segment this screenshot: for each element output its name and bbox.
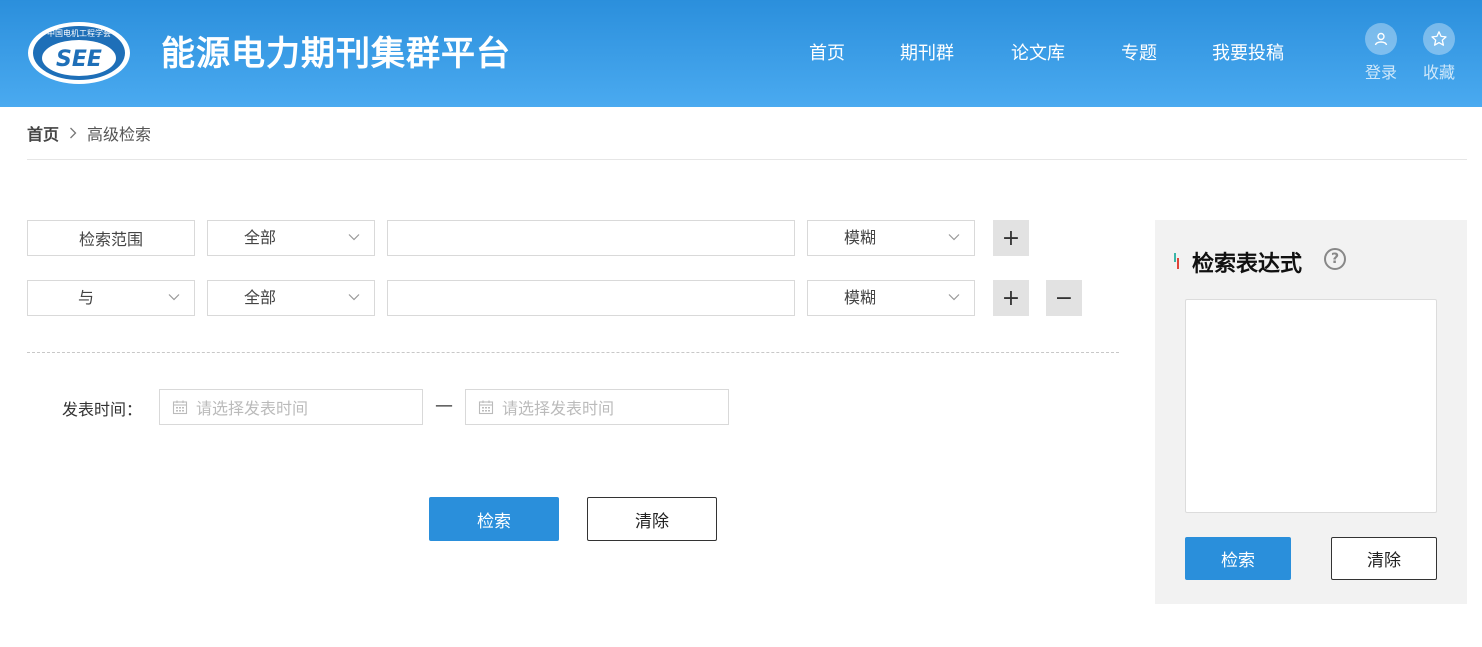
chevron-down-icon	[348, 294, 360, 301]
time-separator: —	[435, 395, 453, 416]
nav-papers[interactable]: 论文库	[1011, 40, 1065, 68]
row2-keyword-input[interactable]	[388, 281, 794, 315]
expression-search-button[interactable]: 检索	[1185, 537, 1291, 580]
search-button[interactable]: 检索	[429, 497, 559, 541]
favorite-label: 收藏	[1422, 63, 1455, 82]
row2-add-button[interactable]: +	[993, 280, 1029, 316]
chevron-down-icon	[168, 294, 180, 301]
login-button[interactable]: 登录	[1361, 23, 1401, 83]
row2-field-select[interactable]: 全部	[207, 280, 375, 316]
row2-keyword-box	[387, 280, 795, 316]
date-start-placeholder: 请选择发表时间	[196, 399, 309, 418]
logo-arc-text: 中国电机工程学会	[47, 28, 111, 38]
row1-keyword-input[interactable]	[388, 221, 794, 255]
help-icon[interactable]: ?	[1324, 248, 1346, 270]
row1-add-button[interactable]: +	[993, 220, 1029, 256]
star-icon	[1423, 23, 1455, 55]
user-icon	[1365, 23, 1397, 55]
favorite-button[interactable]: 收藏	[1419, 23, 1459, 83]
title-accent-icon	[1174, 253, 1179, 269]
row1-match-value: 模糊	[844, 228, 877, 247]
login-label: 登录	[1364, 63, 1397, 82]
row2-remove-button[interactable]: −	[1046, 280, 1082, 316]
chevron-right-icon	[69, 124, 77, 143]
site-header: SEE 中国电机工程学会 能源电力期刊集群平台 首页 期刊群 论文库 专题 我要…	[0, 0, 1482, 107]
chevron-down-icon	[348, 234, 360, 241]
nav-topics[interactable]: 专题	[1121, 40, 1157, 68]
row2-field-value: 全部	[244, 288, 277, 307]
row1-field-select[interactable]: 全部	[207, 220, 375, 256]
date-start-picker[interactable]: 请选择发表时间	[159, 389, 423, 425]
row1-field-value: 全部	[244, 228, 277, 247]
row2-logic-value: 与	[78, 288, 95, 307]
row1-match-select[interactable]: 模糊	[807, 220, 975, 256]
chevron-down-icon	[948, 234, 960, 241]
expression-textarea[interactable]	[1185, 299, 1437, 513]
row2-match-value: 模糊	[844, 288, 877, 307]
date-end-placeholder: 请选择发表时间	[502, 399, 615, 418]
breadcrumb-current: 高级检索	[87, 125, 152, 144]
row1-keyword-box	[387, 220, 795, 256]
calendar-icon	[478, 400, 494, 415]
main-nav: 首页 期刊群 论文库 专题 我要投稿	[0, 40, 1482, 70]
expression-clear-button[interactable]: 清除	[1331, 537, 1437, 580]
breadcrumb-divider	[27, 159, 1467, 160]
nav-journals[interactable]: 期刊群	[900, 40, 954, 68]
breadcrumb: 首页 高级检索	[27, 121, 151, 145]
breadcrumb-home[interactable]: 首页	[27, 121, 59, 145]
row2-logic-select[interactable]: 与	[27, 280, 195, 316]
nav-home[interactable]: 首页	[809, 40, 845, 68]
clear-button[interactable]: 清除	[587, 497, 717, 541]
publish-time-label: 发表时间：	[62, 400, 143, 419]
nav-submit[interactable]: 我要投稿	[1212, 40, 1284, 68]
date-end-picker[interactable]: 请选择发表时间	[465, 389, 729, 425]
calendar-icon	[172, 400, 188, 415]
section-divider	[27, 352, 1119, 353]
row2-match-select[interactable]: 模糊	[807, 280, 975, 316]
expression-title: 检索表达式	[1192, 252, 1303, 277]
chevron-down-icon	[948, 294, 960, 301]
search-scope-label: 检索范围	[27, 220, 195, 256]
expression-panel: 检索表达式 ? 检索 清除	[1155, 220, 1467, 604]
